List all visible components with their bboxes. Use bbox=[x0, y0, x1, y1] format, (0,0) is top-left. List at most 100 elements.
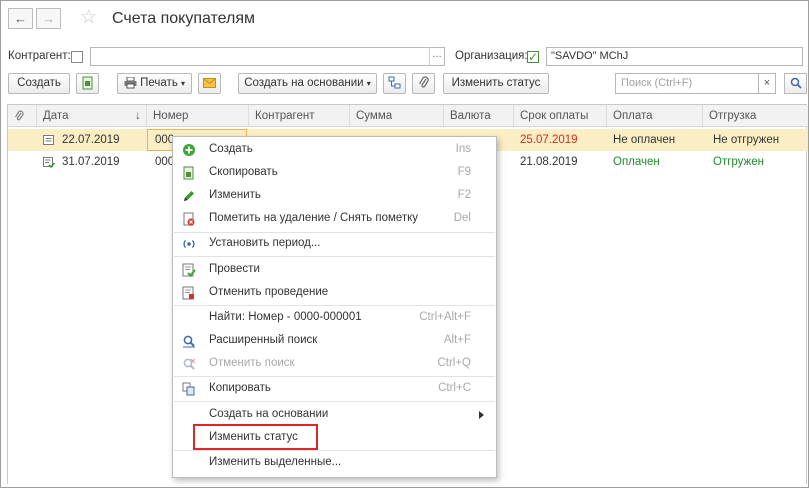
search-input[interactable]: Поиск (Ctrl+F) bbox=[615, 73, 761, 94]
row-number: 000 bbox=[155, 134, 175, 146]
row-shipment-status: Отгружен bbox=[713, 156, 764, 168]
create-button-label: Создать bbox=[17, 77, 61, 89]
attach-files-button[interactable] bbox=[412, 73, 435, 94]
submenu-arrow-icon bbox=[479, 411, 484, 419]
back-arrow-icon: ← bbox=[14, 11, 27, 26]
create-copy-button[interactable] bbox=[76, 73, 99, 94]
row-due-date: 25.07.2019 bbox=[520, 134, 578, 146]
column-date-label: Дата bbox=[43, 110, 69, 122]
unpost-icon bbox=[182, 286, 194, 300]
menu-item-edit-selected[interactable]: Изменить выделенные... bbox=[173, 451, 496, 474]
counterparty-label: Контрагент: bbox=[8, 50, 71, 62]
row-payment-status: Не оплачен bbox=[613, 134, 676, 146]
counterparty-field[interactable] bbox=[90, 47, 430, 66]
menu-item-label: Изменить bbox=[209, 189, 261, 201]
menu-item-label: Провести bbox=[209, 263, 260, 275]
menu-item-label: Скопировать bbox=[209, 166, 278, 178]
search-button[interactable] bbox=[784, 73, 807, 94]
highlight-box bbox=[193, 424, 318, 450]
favorite-star-icon[interactable]: ☆ bbox=[80, 7, 97, 29]
menu-item-label: Отменить проведение bbox=[209, 286, 329, 298]
page-title: Счета покупателям bbox=[112, 10, 256, 27]
menu-item-label: Установить период... bbox=[209, 237, 321, 249]
menu-item-copy[interactable]: Копировать Ctrl+C bbox=[173, 377, 496, 400]
sort-down-icon: ↓ bbox=[135, 110, 141, 122]
copy-icon bbox=[182, 382, 195, 396]
row-date: 22.07.2019 bbox=[62, 134, 120, 146]
create-button[interactable]: Создать bbox=[8, 73, 70, 94]
menu-item-label: Пометить на удаление / Снять пометку bbox=[209, 212, 419, 224]
menu-item-create-based-on[interactable]: Создать на основании bbox=[173, 403, 496, 426]
column-shipment[interactable]: Отгрузка bbox=[703, 105, 808, 127]
email-button[interactable] bbox=[198, 73, 221, 94]
menu-item-copy-create[interactable]: Скопировать F9 bbox=[173, 161, 496, 184]
back-button[interactable]: ← bbox=[8, 8, 33, 29]
column-number-label: Номер bbox=[153, 110, 189, 122]
create-based-on-label: Создать на основании bbox=[244, 77, 364, 89]
print-button-label: Печать bbox=[140, 77, 178, 89]
menu-item-advanced-search[interactable]: Расширенный поиск Alt+F bbox=[173, 329, 496, 352]
menu-item-post[interactable]: Провести bbox=[173, 258, 496, 281]
print-button[interactable]: Печать ▾ bbox=[117, 73, 192, 94]
column-date[interactable]: Дата ↓ bbox=[37, 105, 147, 127]
column-counterparty[interactable]: Контрагент bbox=[249, 105, 350, 127]
organization-field[interactable]: "SAVDO" MChJ bbox=[546, 47, 803, 66]
menu-item-create[interactable]: Создать Ins bbox=[173, 138, 496, 161]
menu-separator bbox=[174, 401, 495, 402]
create-based-on-button[interactable]: Создать на основании ▾ bbox=[238, 73, 377, 94]
menu-item-shortcut: Ins bbox=[455, 143, 471, 155]
menu-item-shortcut: Ctrl+Q bbox=[437, 357, 471, 369]
menu-item-label: Расширенный поиск bbox=[209, 334, 318, 346]
change-status-button[interactable]: Изменить статус bbox=[443, 73, 549, 94]
column-currency[interactable]: Валюта bbox=[444, 105, 514, 127]
column-payment[interactable]: Оплата bbox=[607, 105, 703, 127]
menu-item-shortcut: Del bbox=[453, 212, 471, 224]
menu-item-find-number[interactable]: Найти: Номер - 0000-000001 Ctrl+Alt+F bbox=[173, 306, 496, 329]
structure-button[interactable] bbox=[383, 73, 406, 94]
advanced-search-icon bbox=[183, 335, 195, 348]
column-currency-label: Валюта bbox=[450, 110, 491, 122]
paperclip-icon bbox=[15, 110, 24, 121]
column-due-date[interactable]: Срок оплаты bbox=[514, 105, 607, 127]
row-shipment-status: Не отгружен bbox=[713, 134, 780, 146]
search-icon bbox=[790, 77, 802, 89]
close-icon: × bbox=[763, 77, 771, 89]
attachment-column-header[interactable] bbox=[8, 105, 37, 127]
chevron-down-icon: ▾ bbox=[366, 79, 371, 88]
counterparty-dropdown-button[interactable]: … bbox=[429, 47, 445, 66]
organization-checkbox[interactable]: ✓ bbox=[527, 51, 539, 63]
column-due-date-label: Срок оплаты bbox=[520, 110, 589, 122]
menu-item-unpost[interactable]: Отменить проведение bbox=[173, 281, 496, 304]
envelope-icon bbox=[203, 77, 216, 88]
post-icon bbox=[182, 263, 196, 277]
pencil-icon bbox=[184, 191, 194, 201]
row-payment-status: Оплачен bbox=[613, 156, 660, 168]
counterparty-checkbox[interactable] bbox=[71, 51, 83, 63]
posted-document-icon bbox=[43, 157, 55, 168]
menu-item-shortcut: F9 bbox=[457, 166, 471, 178]
hierarchy-icon bbox=[388, 76, 401, 89]
menu-item-cancel-search: Отменить поиск Ctrl+Q bbox=[173, 352, 496, 375]
column-sum[interactable]: Сумма bbox=[350, 105, 444, 127]
menu-item-label: Копировать bbox=[209, 382, 271, 394]
delete-mark-icon bbox=[183, 212, 195, 226]
menu-item-set-period[interactable]: Установить период... bbox=[173, 232, 496, 255]
column-sum-label: Сумма bbox=[356, 110, 393, 122]
column-number[interactable]: Номер bbox=[147, 105, 249, 127]
copy-doc-icon bbox=[183, 166, 194, 180]
menu-item-mark-delete[interactable]: Пометить на удаление / Снять пометку Del bbox=[173, 207, 496, 230]
search-clear-button[interactable]: × bbox=[758, 73, 776, 94]
menu-item-label: Создать на основании bbox=[209, 408, 329, 420]
menu-item-label: Создать bbox=[209, 143, 253, 155]
row-due-date: 21.08.2019 bbox=[520, 156, 578, 168]
cancel-search-icon bbox=[183, 358, 196, 370]
row-date: 31.07.2019 bbox=[62, 156, 120, 168]
change-status-label: Изменить статус bbox=[451, 77, 541, 89]
menu-item-edit[interactable]: Изменить F2 bbox=[173, 184, 496, 207]
document-icon bbox=[43, 135, 54, 145]
forward-button[interactable]: → bbox=[36, 8, 61, 29]
menu-item-label: Изменить выделенные... bbox=[209, 456, 342, 468]
period-icon bbox=[183, 240, 195, 248]
menu-item-label: Отменить поиск bbox=[209, 357, 295, 369]
add-icon bbox=[183, 144, 195, 156]
